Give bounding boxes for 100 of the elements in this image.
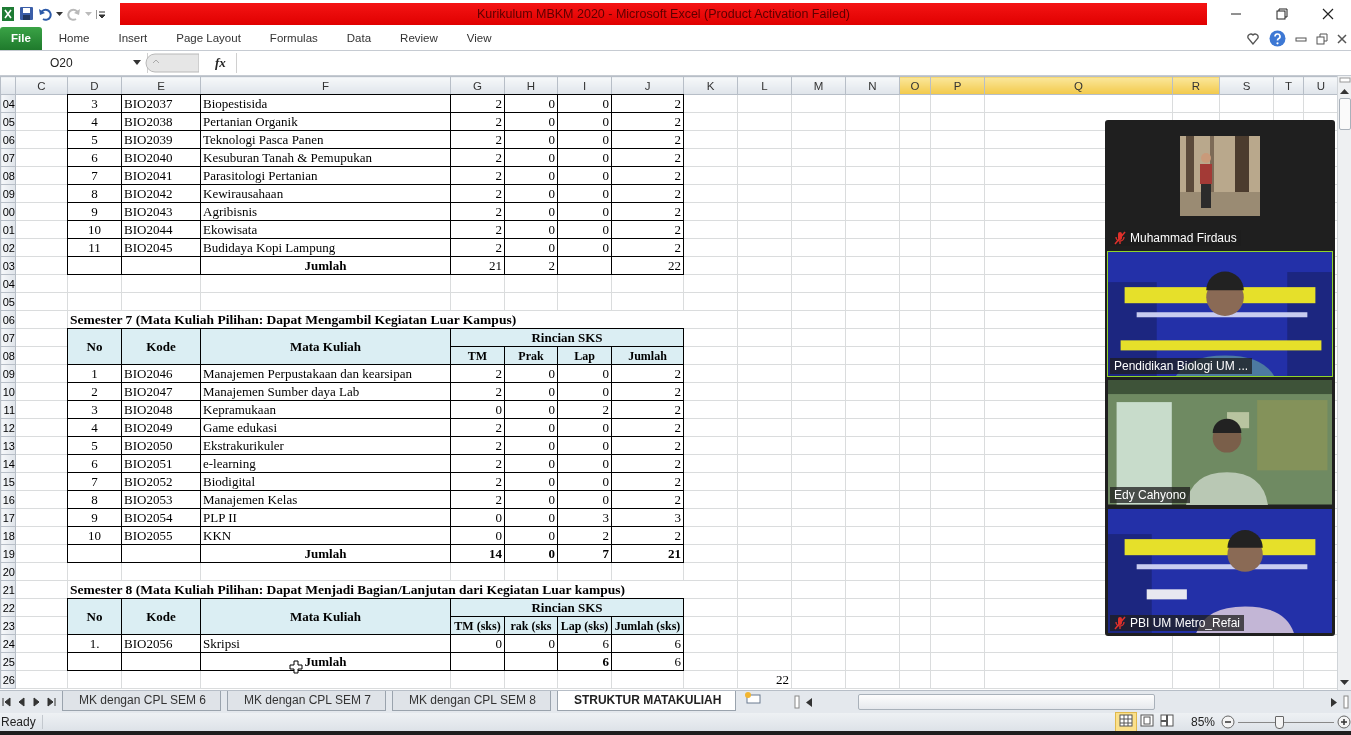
down-arrow-icon[interactable] [1340, 680, 1349, 686]
file-tab[interactable]: File [0, 27, 42, 50]
column-header[interactable]: K [683, 76, 738, 95]
participant-name: PBI UM Metro_Refai [1130, 616, 1241, 630]
table-cell: 2 [450, 148, 505, 167]
column-header[interactable]: C [15, 76, 68, 95]
column-header[interactable]: N [845, 76, 900, 95]
spreadsheet-icon[interactable] [1, 5, 15, 22]
zoom-slider-thumb[interactable] [1275, 715, 1285, 729]
table-cell: 2 [450, 364, 505, 383]
scrollbar-thumb[interactable] [858, 694, 1155, 710]
table-cell: Budidaya Kopi Lampung [200, 238, 451, 257]
restore-icon[interactable] [1275, 6, 1289, 21]
ribbon-tab[interactable]: Page Layout [161, 27, 255, 50]
close-icon[interactable] [1321, 6, 1335, 21]
split-handle-icon[interactable] [794, 695, 800, 709]
column-header[interactable]: S [1219, 76, 1274, 95]
save-icon[interactable] [19, 6, 34, 21]
table-cell: BIO2040 [121, 148, 201, 167]
table-cell: Kepramukaan [200, 400, 451, 419]
next-sheet-icon[interactable] [32, 697, 41, 707]
cursor-icon [289, 660, 303, 674]
table-cell: Ekowisata [200, 220, 451, 239]
close-icon[interactable] [1337, 32, 1347, 45]
help-icon[interactable] [1269, 30, 1286, 47]
caret-icon [85, 11, 92, 16]
table-cell: 7 [67, 472, 122, 491]
sheet-tab[interactable]: MK dengan CPL SEM 7 [226, 691, 386, 711]
table-cell: 0 [504, 508, 558, 527]
table-cell: 2 [557, 400, 612, 419]
sheet-tab[interactable]: MK dengan CPL SEM 8 [391, 691, 551, 711]
table-cell: 22 [737, 670, 792, 689]
caret-icon[interactable] [56, 11, 63, 16]
column-header[interactable]: P [930, 76, 985, 95]
column-header[interactable]: R [1172, 76, 1220, 95]
column-header[interactable]: T [1273, 76, 1304, 95]
column-header[interactable]: M [791, 76, 846, 95]
sheet-tab[interactable]: STRUKTUR MATAKULIAH [556, 691, 737, 711]
undo-icon[interactable] [38, 6, 52, 21]
split-handle-icon[interactable] [1338, 76, 1351, 84]
normal-view-icon[interactable] [1118, 714, 1133, 727]
column-header[interactable]: H [504, 76, 558, 95]
table-cell: 0 [450, 634, 505, 653]
table-cell: 0 [557, 220, 612, 239]
table-cell: 0 [557, 148, 612, 167]
column-header[interactable]: J [611, 76, 684, 95]
table-cell: 2 [450, 202, 505, 221]
ribbon-tab[interactable]: Review [385, 27, 452, 50]
table-cell: BIO2045 [121, 238, 201, 257]
column-header[interactable]: Q [984, 76, 1173, 95]
table-cell: 2 [611, 220, 684, 239]
table-cell: 6 [611, 652, 684, 671]
right-arrow-icon[interactable] [1331, 697, 1337, 707]
table-cell: Manajemen Sumber daya Lab [200, 382, 451, 401]
restore-icon[interactable] [1316, 32, 1328, 45]
table-cell: 11 [67, 238, 122, 257]
column-header[interactable]: I [557, 76, 612, 95]
table-cell: 2 [450, 238, 505, 257]
previous-sheet-icon[interactable] [17, 697, 26, 707]
table-cell: 6 [557, 652, 612, 671]
heart-icon[interactable] [1246, 31, 1260, 46]
last-sheet-icon[interactable] [47, 697, 56, 707]
scrollbar-thumb[interactable] [1338, 98, 1351, 130]
column-header[interactable]: E [121, 76, 201, 95]
zoom-level[interactable]: 85% [1190, 715, 1215, 729]
left-arrow-icon[interactable] [806, 697, 812, 707]
column-header[interactable]: D [67, 76, 122, 95]
table-cell: 2 [611, 472, 684, 491]
table-cell: Game edukasi [200, 418, 451, 437]
page-layout-icon[interactable] [1139, 714, 1154, 727]
first-sheet-icon[interactable] [2, 697, 11, 707]
zoom-out-icon[interactable] [1221, 715, 1235, 729]
column-header[interactable]: L [737, 76, 792, 95]
table-cell: 2 [611, 418, 684, 437]
column-heading: Mata Kuliah [200, 598, 451, 635]
table-cell: 2 [504, 256, 558, 275]
up-arrow-icon[interactable] [1340, 88, 1349, 94]
table-cell: 0 [504, 382, 558, 401]
table-cell: 2 [450, 382, 505, 401]
column-header[interactable]: G [450, 76, 505, 95]
page-break-icon[interactable] [1159, 714, 1174, 727]
table-cell: 0 [504, 436, 558, 455]
column-header[interactable]: U [1303, 76, 1337, 95]
ribbon-tab[interactable]: Data [331, 27, 386, 50]
column-header[interactable]: F [200, 76, 451, 95]
ribbon-tab[interactable]: Formulas [254, 27, 332, 50]
column-header[interactable]: O [899, 76, 931, 95]
table-cell: 0 [504, 526, 558, 545]
ribbon-tab[interactable]: Insert [103, 27, 162, 50]
table-cell: 0 [557, 490, 612, 509]
sheet-tab[interactable]: MK dengan CPL SEM 6 [62, 691, 221, 711]
ribbon-tab[interactable]: View [451, 27, 506, 50]
table-cell: 2 [611, 400, 684, 419]
table-cell: 2 [611, 490, 684, 509]
table-cell: 2 [611, 436, 684, 455]
table-cell: 0 [557, 382, 612, 401]
zoom-in-icon[interactable] [1337, 715, 1351, 729]
ribbon-tab[interactable]: Home [43, 27, 104, 50]
split-handle-icon[interactable] [1343, 695, 1349, 709]
insert-function-button[interactable]: fx [215, 55, 226, 71]
